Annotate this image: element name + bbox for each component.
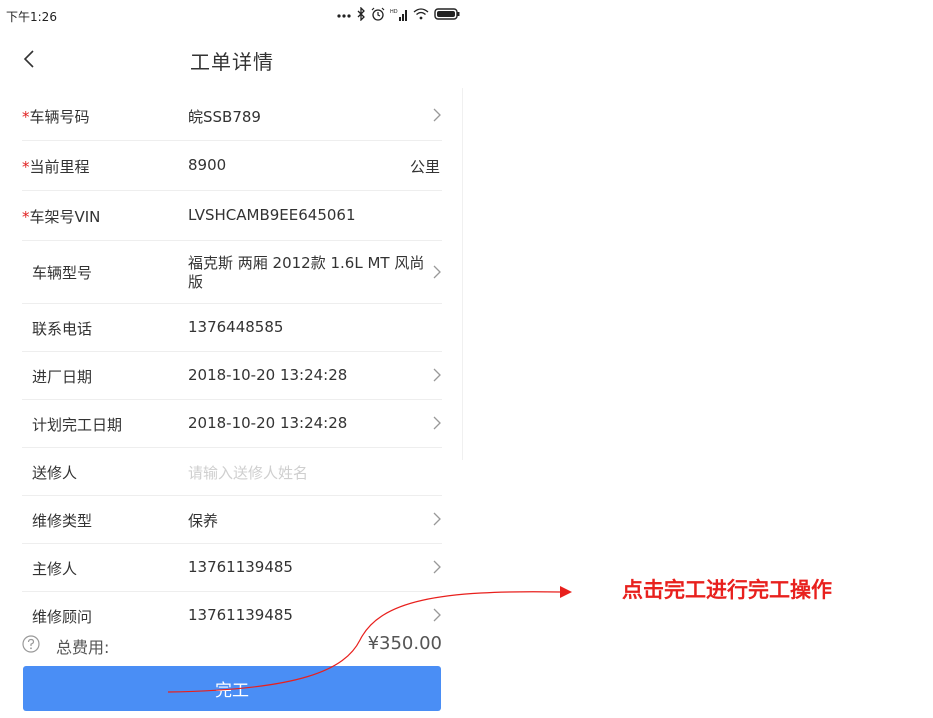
row-vehicle-model[interactable]: 车辆型号 福克斯 两厢 2012款 1.6L MT 风尚版 bbox=[22, 240, 442, 304]
finish-button[interactable]: 完工 bbox=[23, 666, 441, 711]
chevron-right-icon[interactable] bbox=[432, 511, 442, 527]
field-value: 13761139485 bbox=[188, 558, 293, 576]
field-label: 联系电话 bbox=[32, 320, 93, 338]
chevron-right-icon[interactable] bbox=[432, 107, 442, 123]
status-bar: 下午1:26 HD bbox=[0, 0, 464, 30]
phone-input[interactable]: 1376448585 bbox=[188, 318, 283, 336]
field-value: 保养 bbox=[188, 512, 219, 530]
signal-icon: HD bbox=[390, 9, 407, 21]
row-entry-date[interactable]: 进厂日期 2018-10-20 13:24:28 bbox=[22, 351, 442, 400]
bluetooth-icon bbox=[357, 7, 365, 21]
field-label: 维修顾问 bbox=[32, 608, 93, 626]
row-planned-finish-date[interactable]: 计划完工日期 2018-10-20 13:24:28 bbox=[22, 399, 442, 448]
more-dots-icon bbox=[337, 14, 351, 18]
total-value: ¥350.00 bbox=[367, 633, 442, 654]
svg-text:HD: HD bbox=[390, 9, 398, 15]
field-value: 福克斯 两厢 2012款 1.6L MT 风尚版 bbox=[188, 254, 425, 291]
row-service-advisor[interactable]: 维修顾问 13761139485 bbox=[22, 591, 442, 631]
field-label: *当前里程 bbox=[22, 158, 90, 176]
wifi-icon bbox=[413, 8, 429, 20]
alarm-icon bbox=[371, 7, 385, 21]
chevron-right-icon[interactable] bbox=[432, 607, 442, 623]
nav-bar: 工单详情 bbox=[0, 34, 464, 84]
row-repair-type[interactable]: 维修类型 保养 bbox=[22, 495, 442, 544]
sender-input[interactable]: 请输入送修人姓名 bbox=[188, 462, 308, 483]
field-label: 进厂日期 bbox=[32, 368, 93, 386]
row-mileage[interactable]: *当前里程 8900 公里 bbox=[22, 140, 442, 191]
field-label: *车辆号码 bbox=[22, 108, 90, 126]
field-label: 维修类型 bbox=[32, 512, 93, 530]
chevron-right-icon[interactable] bbox=[432, 415, 442, 431]
annotation-text: 点击完工进行完工操作 bbox=[622, 578, 832, 602]
row-main-mechanic[interactable]: 主修人 13761139485 bbox=[22, 543, 442, 592]
field-value: 皖SSB789 bbox=[188, 108, 261, 126]
chevron-right-icon[interactable] bbox=[432, 264, 442, 280]
chevron-right-icon[interactable] bbox=[432, 559, 442, 575]
field-value: 2018-10-20 13:24:28 bbox=[188, 366, 348, 384]
field-label: 送修人 bbox=[32, 464, 78, 482]
chevron-right-icon[interactable] bbox=[432, 367, 442, 383]
vin-input[interactable]: LVSHCAMB9EE645061 bbox=[188, 206, 356, 224]
row-sender[interactable]: 送修人 请输入送修人姓名 bbox=[22, 447, 442, 496]
mileage-input[interactable]: 8900 bbox=[188, 156, 226, 174]
status-time: 下午1:26 bbox=[6, 10, 57, 24]
status-icons: HD bbox=[336, 7, 460, 21]
question-circle-icon[interactable] bbox=[22, 635, 40, 653]
field-label: *车架号VIN bbox=[22, 208, 101, 226]
field-label: 车辆型号 bbox=[32, 264, 93, 282]
total-row: 总费用: ¥350.00 bbox=[22, 632, 442, 658]
total-label: 总费用: bbox=[56, 638, 110, 657]
row-vin[interactable]: *车架号VIN LVSHCAMB9EE645061 bbox=[22, 190, 442, 241]
field-value: 2018-10-20 13:24:28 bbox=[188, 414, 348, 432]
row-phone[interactable]: 联系电话 1376448585 bbox=[22, 303, 442, 352]
field-label: 计划完工日期 bbox=[32, 416, 123, 434]
field-value: 13761139485 bbox=[188, 606, 293, 624]
battery-icon bbox=[434, 8, 460, 20]
page-title: 工单详情 bbox=[190, 50, 274, 74]
unit-label: 公里 bbox=[409, 158, 440, 176]
field-label: 主修人 bbox=[32, 560, 78, 578]
row-vehicle-number[interactable]: *车辆号码 皖SSB789 bbox=[22, 90, 442, 141]
phone-screen: 下午1:26 HD 工单详情 *车辆号码 皖SSB789 *当前里程 8900 … bbox=[0, 0, 464, 718]
divider bbox=[462, 88, 463, 460]
